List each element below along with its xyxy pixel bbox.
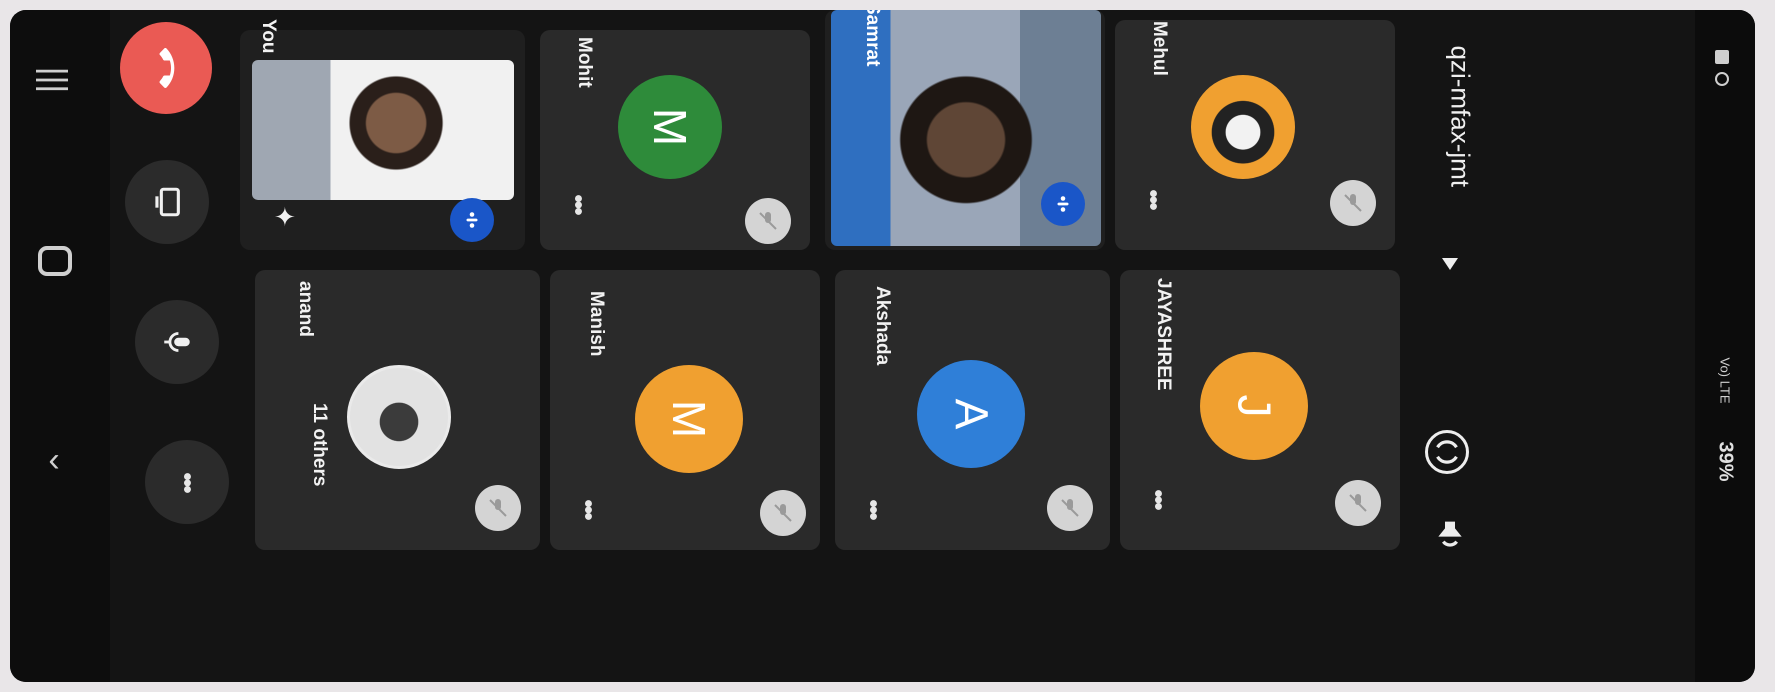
camera-flip-icon xyxy=(1436,440,1458,464)
participant-tile-mohit[interactable]: Mohit M ••• xyxy=(540,30,810,250)
tile-more-icon[interactable]: ••• xyxy=(574,499,602,518)
participant-name: Mehul xyxy=(1149,21,1170,76)
notification-icon xyxy=(1715,50,1729,64)
speaking-badge xyxy=(1041,182,1085,226)
present-screen-icon xyxy=(155,187,180,217)
participant-avatar: M xyxy=(618,75,722,179)
muted-icon xyxy=(475,485,521,531)
status-bar: 39% Vo) LTE xyxy=(1695,10,1755,682)
muted-icon xyxy=(1330,180,1376,226)
tile-more-icon[interactable]: ••• xyxy=(1139,189,1167,208)
muted-icon xyxy=(760,490,806,536)
participant-name: You xyxy=(258,19,279,54)
participant-name: Manish xyxy=(586,291,607,357)
microphone-icon xyxy=(164,332,190,352)
phone-hangup-icon xyxy=(159,48,175,88)
tile-more-icon[interactable]: ••• xyxy=(1144,489,1172,508)
muted-icon xyxy=(1047,485,1093,531)
effects-sparkle-icon[interactable]: ✦ xyxy=(274,202,296,233)
participant-avatar: J xyxy=(1200,352,1308,460)
muted-icon xyxy=(1335,480,1381,526)
sync-icon xyxy=(1715,72,1729,86)
participant-photo xyxy=(1191,75,1295,179)
more-options-button[interactable]: ••• xyxy=(145,440,229,524)
participant-name: Samrat xyxy=(862,10,883,67)
muted-icon xyxy=(745,198,791,244)
participant-tile-jayashree[interactable]: JAYASHREE J ••• xyxy=(1120,270,1400,550)
recent-apps-icon[interactable]: ||| xyxy=(24,50,84,110)
audio-level-icon xyxy=(466,212,478,228)
more-options-icon: ••• xyxy=(174,472,201,492)
home-icon[interactable] xyxy=(38,246,72,276)
present-button[interactable] xyxy=(125,160,209,244)
participant-tile-mehul[interactable]: Mehul ••• xyxy=(1115,20,1395,250)
tile-more-icon[interactable]: ••• xyxy=(859,499,887,518)
back-icon[interactable]: ‹ xyxy=(24,430,84,490)
participant-name: Akshada xyxy=(872,286,893,366)
participant-tile-akshada[interactable]: Akshada A ••• xyxy=(835,270,1110,550)
participant-avatar: A xyxy=(917,360,1025,468)
participant-avatar: M xyxy=(635,365,743,473)
participant-name: JAYASHREE xyxy=(1153,278,1174,391)
microphone-button[interactable] xyxy=(135,300,219,384)
participant-tile-you[interactable]: You ✦ xyxy=(240,19,525,250)
end-call-button[interactable] xyxy=(120,22,212,114)
meet-screen: ||| ‹ ••• You ✦ anand 11 others Mohit M … xyxy=(10,10,1755,682)
participant-name: Mohit xyxy=(574,37,595,88)
audio-level-icon xyxy=(1057,196,1069,212)
participant-tile-manish[interactable]: Manish M ••• xyxy=(550,270,820,550)
speaker-button[interactable] xyxy=(1430,515,1470,559)
speaking-badge xyxy=(450,198,494,242)
participant-tile-samrat[interactable]: Samrat xyxy=(825,10,1105,250)
speaker-icon xyxy=(1438,521,1462,547)
camera-flip-button[interactable] xyxy=(1425,430,1469,474)
participant-name: anand xyxy=(295,281,316,337)
participant-tile-anand[interactable]: anand 11 others xyxy=(255,270,540,550)
video-feed-you xyxy=(252,60,514,200)
others-count: 11 others xyxy=(309,403,330,487)
tile-more-icon[interactable]: ••• xyxy=(564,194,592,213)
navigation-bar: ||| ‹ xyxy=(10,10,110,682)
participant-photo xyxy=(347,365,451,469)
caret-down-icon[interactable] xyxy=(1442,258,1458,270)
network-indicator: Vo) LTE xyxy=(1717,357,1733,404)
